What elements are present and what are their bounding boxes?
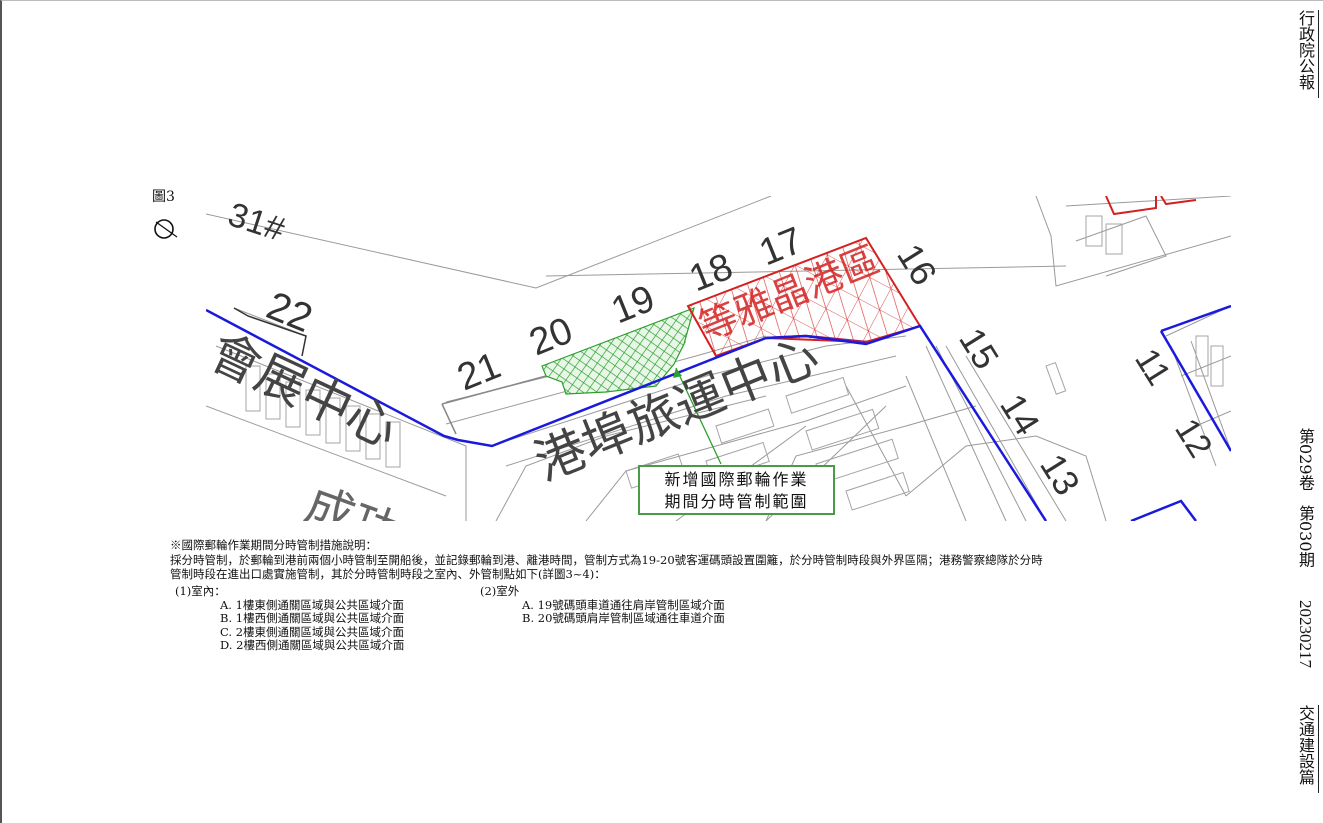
outdoor-heading: (2)室外 <box>480 584 520 598</box>
indoor-item: A. 1樓東側通關區域與公共區域介面 <box>220 597 404 612</box>
restricted-boundary <box>1160 304 1231 333</box>
outdoor-item: B. 20號碼頭肩岸管制區域通往車道介面 <box>522 611 725 625</box>
pier-outline <box>441 403 457 435</box>
indoor-item: D. 2樓西側通關區域與公共區域介面 <box>220 638 405 652</box>
berth-label: 14 <box>992 387 1048 443</box>
section-label: 交通建設篇 <box>1296 705 1315 785</box>
outdoor-item: A. 19號碼頭車道通往肩岸管制區域介面 <box>522 597 725 612</box>
berth-label: 21 <box>452 345 507 400</box>
indoor-item: B. 1樓西側通關區域與公共區域介面 <box>220 611 405 625</box>
notes-body: 管制時段在進出口處實施管制，其於分時管制時段之室內、外管制點如下(詳圖3~4)： <box>170 567 606 581</box>
notes-body: 採分時管制，於郵輪到港前兩個小時管制至開船後，並記錄郵輪到港、離港時間，管制方式… <box>170 552 1043 567</box>
berth-label: 22 <box>261 284 319 341</box>
restricted-boundary <box>1130 499 1197 521</box>
area-label-partial: 成功 <box>298 477 407 521</box>
figure-label: 圖3 <box>152 189 175 205</box>
notes-title: ※國際郵輪作業期間分時管制措施說明： <box>170 538 377 552</box>
berth-label: 16 <box>889 237 945 293</box>
divider <box>1318 10 1319 98</box>
indoor-heading: (1)室內： <box>175 584 226 598</box>
berth-label: 31# <box>224 196 290 249</box>
notes-block: ※國際郵輪作業期間分時管制措施說明： 採分時管制，於郵輪到港前兩個小時管制至開船… <box>170 538 1270 582</box>
control-area-callout: 新增國際郵輪作業 期間分時管制範圍 <box>638 465 835 515</box>
berth-label: 13 <box>1032 447 1088 503</box>
berth-label: 15 <box>951 321 1007 377</box>
date-label: 20230217 <box>1296 600 1315 668</box>
area-label-exhibition: 會展中心 <box>206 322 407 459</box>
indoor-list: (1)室內： A. 1樓東側通關區域與公共區域介面 B. 1樓西側通關區域與公共… <box>175 584 405 653</box>
outdoor-list: (2)室外 A. 19號碼頭車道通往肩岸管制區域介面 B. 20號碼頭肩岸管制區… <box>480 584 725 626</box>
divider <box>1318 705 1319 793</box>
red-building <box>1105 196 1157 216</box>
callout-line: 期間分時管制範圍 <box>664 492 809 511</box>
compass-north-icon <box>154 219 178 239</box>
volume-label: 第029卷 <box>1296 428 1315 491</box>
issue-label: 第030期 <box>1296 505 1315 568</box>
indoor-item: C. 2樓東側通關區域與公共區域介面 <box>220 624 405 639</box>
publication-name: 行政院公報 <box>1296 10 1315 90</box>
callout-line: 新增國際郵輪作業 <box>664 470 809 489</box>
